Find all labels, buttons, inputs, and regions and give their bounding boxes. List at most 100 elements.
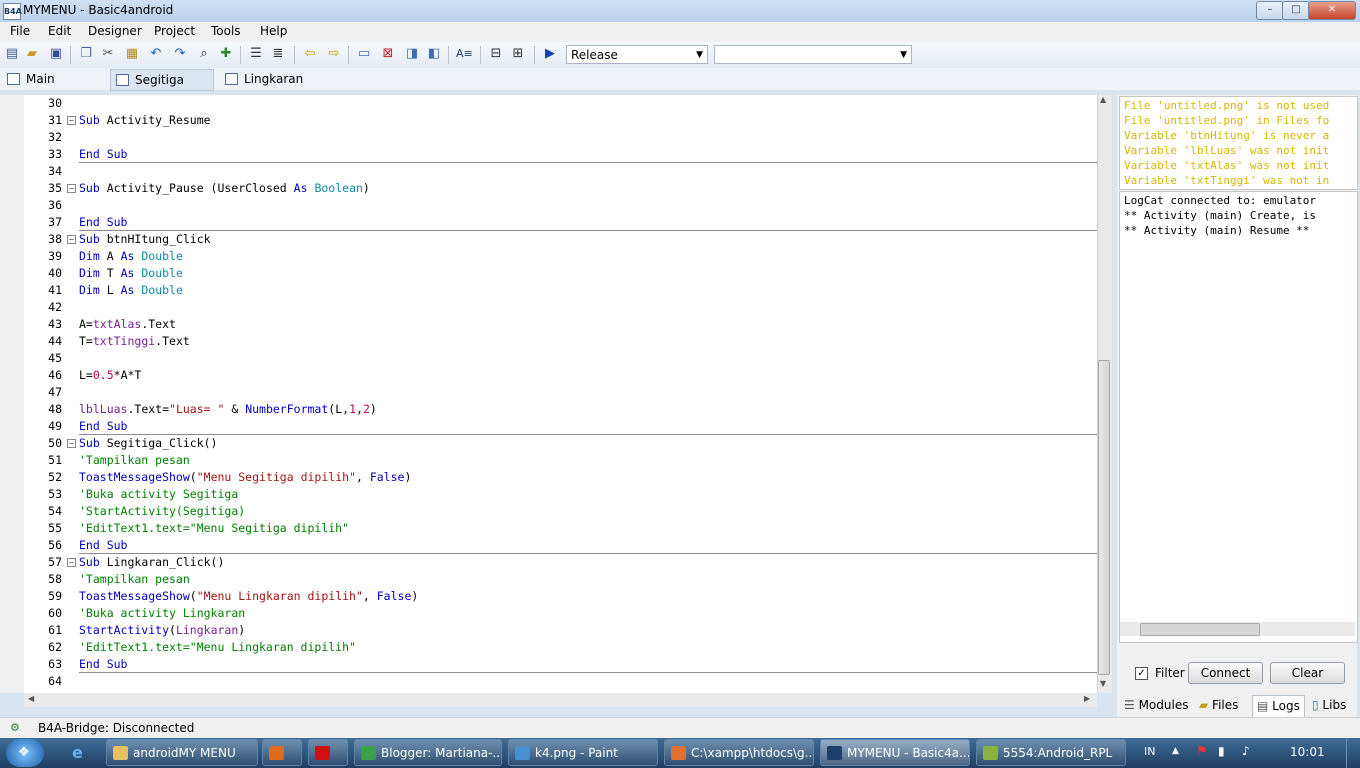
code-line[interactable]: 50− Sub Segitiga_Click() [24,435,1097,452]
taskbar-item[interactable]: C:\xampp\htdocs\g... [664,739,814,766]
clock[interactable]: 10:01 [1290,745,1325,759]
network-icon[interactable]: ▮ [1218,744,1225,758]
close-button[interactable]: ✕ [1308,1,1356,20]
menu-edit[interactable]: Edit [48,24,71,38]
code-editor[interactable]: 30 31− Sub Activity_Resume 32 33 End Sub 34 35−… [24,95,1097,693]
run-icon[interactable]: ▶ [542,46,558,62]
code-line[interactable]: 44 T=txtTinggi.Text [24,333,1097,350]
menu-tools[interactable]: Tools [211,24,241,38]
menu-help[interactable]: Help [260,24,287,38]
forward-arrow-icon[interactable]: ⇨ [326,46,342,62]
undo-icon[interactable]: ↶ [148,46,164,62]
code-line[interactable]: 39 Dim A As Double [24,248,1097,265]
language-indicator[interactable]: IN [1144,745,1155,758]
code-line[interactable]: 35− Sub Activity_Pause (UserClosed As Boo… [24,180,1097,197]
taskbar-item[interactable] [262,739,302,766]
fold-toggle-icon[interactable]: − [67,184,76,193]
taskbar-item[interactable]: androidMY MENU [106,739,258,766]
code-line[interactable]: 61 StartActivity(Lingkaran) [24,622,1097,639]
code-line[interactable]: 55 'EditText1.text="Menu Segitiga dipilih… [24,520,1097,537]
comment-icon[interactable]: ▭ [356,46,372,62]
code-line[interactable]: 37 End Sub [24,214,1097,231]
code-line[interactable]: 64 [24,673,1097,690]
show-hidden-icons-icon[interactable]: ▲ [1172,746,1179,756]
new-file-icon[interactable]: ▤ [4,46,20,62]
logs-scroll-thumb[interactable] [1140,623,1260,636]
code-line[interactable]: 63 End Sub [24,656,1097,673]
code-line[interactable]: 62 'EditText1.text="Menu Lingkaran dipili… [24,639,1097,656]
connect-button[interactable]: Connect [1188,662,1263,684]
scroll-up-icon[interactable]: ▲ [1100,95,1106,104]
taskbar-item[interactable]: MYMENU - Basic4a... [820,739,970,766]
code-line[interactable]: 54 'StartActivity(Segitiga) [24,503,1097,520]
code-line[interactable]: 40 Dim T As Double [24,265,1097,282]
code-line[interactable]: 47 [24,384,1097,401]
code-line[interactable]: 31− Sub Activity_Resume [24,112,1097,129]
redo-icon[interactable]: ↷ [172,46,188,62]
warning-item[interactable]: File 'untitled.png' is not used [1124,98,1329,113]
back-arrow-icon[interactable]: ⇦ [302,46,318,62]
remove-bookmark-icon[interactable]: ⊠ [380,46,396,62]
tab-logs[interactable]: ▤ Logs [1252,695,1305,718]
code-line[interactable]: 42 [24,299,1097,316]
code-line[interactable]: 53 'Buka activity Segitiga [24,486,1097,503]
tab-lingkaran[interactable]: Lingkaran [220,69,344,89]
filter-checkbox[interactable]: ✓ [1135,667,1148,680]
logs-horizontal-scrollbar[interactable] [1120,622,1355,636]
replace-icon[interactable]: ✚ [218,46,234,62]
open-folder-icon[interactable]: ▰ [24,46,40,62]
tab-segitiga[interactable]: Segitiga [110,69,214,91]
next-bookmark-icon[interactable]: ◧ [426,46,442,62]
warning-item[interactable]: Variable 'txtAlas' was not init [1124,158,1329,173]
taskbar-item[interactable] [308,739,348,766]
code-line[interactable]: 34 [24,163,1097,180]
show-desktop-button[interactable] [1346,738,1360,768]
tab-modules[interactable]: ☰ Modules [1124,695,1188,716]
code-line[interactable]: 41 Dim L As Double [24,282,1097,299]
menu-designer[interactable]: Designer [88,24,142,38]
indent-icon[interactable]: ☰ [248,46,264,62]
tab-libs[interactable]: ▯ Libs [1312,695,1346,716]
fold-toggle-icon[interactable]: − [67,116,76,125]
find-icon[interactable]: ⌕ [196,46,212,62]
prev-bookmark-icon[interactable]: ◨ [404,46,420,62]
save-icon[interactable]: ▣ [48,46,64,62]
menu-project[interactable]: Project [154,24,195,38]
code-line[interactable]: 32 [24,129,1097,146]
logs-list[interactable]: LogCat connected to: emulator ** Activity… [1119,191,1358,643]
fold-toggle-icon[interactable]: − [67,235,76,244]
build-config-select[interactable]: Release ▼ [566,45,708,64]
code-line[interactable]: 56 End Sub [24,537,1097,554]
code-line[interactable]: 49 End Sub [24,418,1097,435]
code-line[interactable]: 45 [24,350,1097,367]
warning-item[interactable]: Variable 'txtTinggi' was not in [1124,173,1329,188]
code-line[interactable]: 58 'Tampilkan pesan [24,571,1097,588]
maximize-button[interactable]: □ [1282,1,1310,20]
copy-icon[interactable]: ❐ [78,46,94,62]
editor-horizontal-scrollbar[interactable]: ◀ ▶ [24,693,1097,707]
warnings-list[interactable]: File 'untitled.png' is not used File 'unt… [1119,96,1358,190]
format-text-icon[interactable]: A≡ [456,46,473,62]
outdent-icon[interactable]: ≣ [270,46,286,62]
code-line[interactable]: 52 ToastMessageShow("Menu Segitiga dipili… [24,469,1097,486]
taskbar-item[interactable]: k4.png - Paint [508,739,658,766]
taskbar-item[interactable]: 5554:Android_RPL [976,739,1126,766]
code-line[interactable]: 36 [24,197,1097,214]
start-button[interactable]: ❖ [6,739,44,767]
warning-item[interactable]: Variable 'lblLuas' was not init [1124,143,1329,158]
minimize-button[interactable]: – [1256,1,1284,20]
scroll-left-icon[interactable]: ◀ [28,694,34,703]
target-select[interactable]: ▼ [714,45,912,64]
ie-icon[interactable]: e [72,743,83,762]
code-line[interactable]: 46 L=0.5*A*T [24,367,1097,384]
scroll-down-icon[interactable]: ▼ [1100,679,1106,688]
code-line[interactable]: 38− Sub btnHItung_Click [24,231,1097,248]
code-line[interactable]: 51 'Tampilkan pesan [24,452,1097,469]
code-line[interactable]: 57− Sub Lingkaran_Click() [24,554,1097,571]
expand-icon[interactable]: ⊞ [510,46,526,62]
code-line[interactable]: 33 End Sub [24,146,1097,163]
warning-item[interactable]: Variable 'btnHitung' is never a [1124,128,1329,143]
paste-icon[interactable]: ▦ [124,46,140,62]
warning-item[interactable]: File 'untitled.png' in Files fo [1124,113,1329,128]
code-line[interactable]: 59 ToastMessageShow("Menu Lingkaran dipil… [24,588,1097,605]
